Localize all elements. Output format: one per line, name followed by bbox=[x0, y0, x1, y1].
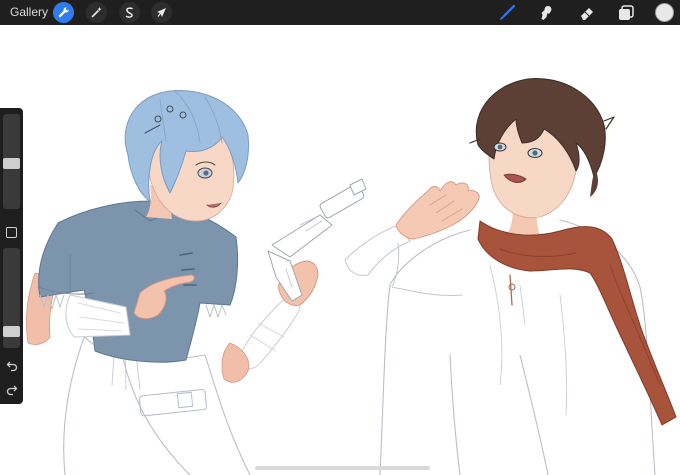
arrow-cursor-icon[interactable] bbox=[151, 2, 172, 23]
sidebar bbox=[0, 108, 23, 404]
wrench-icon[interactable] bbox=[53, 2, 74, 23]
illustration-left-character bbox=[26, 89, 367, 475]
opacity-slider[interactable] bbox=[3, 248, 20, 348]
eraser-icon[interactable] bbox=[577, 3, 597, 23]
undo-icon[interactable] bbox=[4, 358, 19, 373]
brush-size-slider[interactable] bbox=[3, 114, 20, 209]
redo-icon[interactable] bbox=[4, 382, 19, 397]
opacity-thumb[interactable] bbox=[3, 326, 20, 337]
smudge-icon[interactable] bbox=[537, 3, 557, 23]
selection-s-icon[interactable] bbox=[119, 2, 140, 23]
color-picker-button[interactable] bbox=[655, 3, 674, 22]
top-toolbar: Gallery bbox=[0, 0, 680, 25]
brush-size-thumb[interactable] bbox=[3, 158, 20, 169]
brush-icon[interactable] bbox=[497, 3, 517, 23]
illustration-right-character bbox=[344, 77, 677, 475]
home-indicator[interactable] bbox=[255, 466, 430, 470]
gallery-button[interactable]: Gallery bbox=[10, 5, 48, 19]
layers-icon[interactable] bbox=[616, 3, 636, 23]
magic-wand-icon[interactable] bbox=[86, 2, 107, 23]
modifier-square-icon[interactable] bbox=[6, 227, 17, 238]
drawing-canvas[interactable] bbox=[0, 25, 680, 475]
